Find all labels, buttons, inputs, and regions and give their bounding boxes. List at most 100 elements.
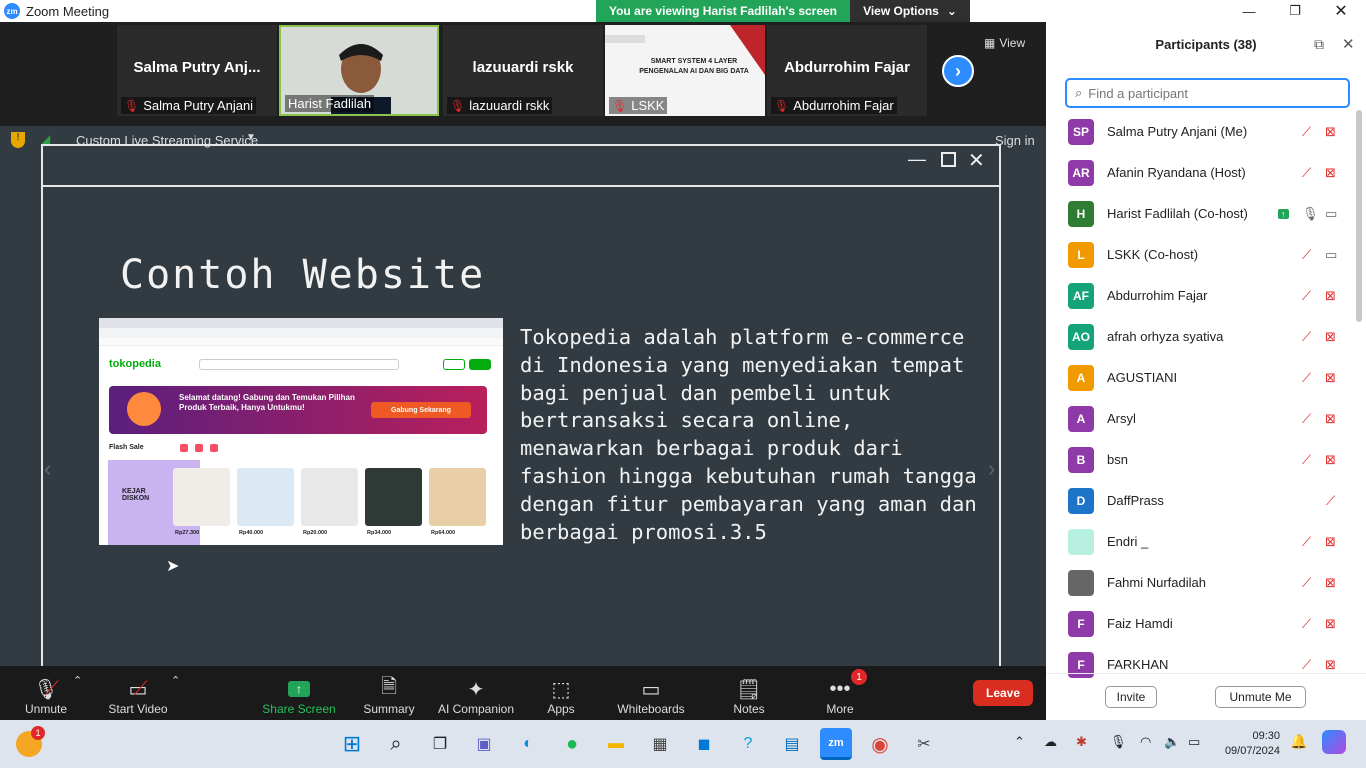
app-tray-icon[interactable]: ✱ (1076, 734, 1087, 750)
video-tile[interactable]: lazuuardi rskk 🎙 lazuuardi rskk (443, 25, 603, 116)
start-icon[interactable]: ⊞ (336, 728, 368, 760)
video-off-icon[interactable]: ⊠ (1325, 534, 1336, 550)
show-hidden-icon[interactable]: ⌃ (1014, 734, 1025, 750)
restore-button[interactable]: ❐ (1272, 0, 1318, 22)
wifi-icon[interactable]: ◠ (1140, 734, 1151, 750)
mic-muted-icon[interactable]: ⟋ (1302, 370, 1311, 386)
leave-button[interactable]: Leave (973, 680, 1033, 706)
participant-row[interactable]: AF Abdurrohim Fajar ⟋ ⊠ (1046, 275, 1356, 316)
video-off-icon[interactable]: ⊠ (1325, 411, 1336, 427)
audio-options-icon[interactable]: ⌃ (73, 674, 82, 687)
unmute-me-button[interactable]: Unmute Me (1215, 686, 1306, 708)
participant-search-input[interactable] (1088, 85, 1329, 101)
battery-icon[interactable]: ▭ (1188, 734, 1200, 750)
task-view-icon[interactable]: ❐ (424, 728, 456, 760)
video-off-icon[interactable]: ⊠ (1325, 452, 1336, 468)
mic-icon[interactable]: 🎙 (1302, 206, 1319, 222)
mic-muted-icon[interactable]: ⟋ (1302, 575, 1311, 591)
next-page-button[interactable]: › (942, 55, 974, 87)
participant-row[interactable]: Fahmi Nurfadilah ⟋ ⊠ (1046, 562, 1356, 603)
mic-muted-icon[interactable]: ⟋ (1302, 247, 1311, 263)
chrome-icon[interactable]: ◉ (864, 728, 896, 760)
start-video-button[interactable]: ▭ ⟋ Start Video (106, 670, 170, 717)
close-button[interactable]: ✕ (1318, 0, 1364, 22)
slide-maximize-icon[interactable] (941, 152, 956, 167)
cloud-icon[interactable]: ☁ (1044, 734, 1057, 750)
participant-search[interactable]: ⌕ (1065, 78, 1350, 108)
zoom-taskbar-icon[interactable]: zm (820, 728, 852, 760)
video-off-icon[interactable]: ⊠ (1325, 616, 1336, 632)
microphone-icon[interactable]: 🎙 (1110, 734, 1127, 750)
search-icon[interactable]: ⌕ (380, 728, 412, 760)
participant-row[interactable]: SP Salma Putry Anjani (Me) ⟋ ⊠ (1046, 111, 1356, 152)
prev-slide-icon[interactable]: ‹ (44, 456, 51, 482)
video-tile[interactable]: Salma Putry Anj... 🎙 Salma Putry Anjani (117, 25, 277, 116)
mic-muted-icon[interactable]: ⟋ (1302, 657, 1311, 673)
clock[interactable]: 09:30 09/07/2024 (1218, 729, 1280, 759)
unmute-button[interactable]: 🎙 ⟋ Unmute (20, 670, 72, 717)
video-tile[interactable]: SMART SYSTEM 4 LAYER PENGENALAN AI DAN B… (605, 25, 765, 116)
slide-minimize-icon[interactable]: — (908, 149, 926, 170)
close-panel-icon[interactable]: ✕ (1342, 35, 1355, 53)
video-off-icon[interactable]: ⊠ (1325, 575, 1336, 591)
whiteboards-button[interactable]: ▭ Whiteboards (612, 670, 690, 717)
apps-button[interactable]: ⬚ Apps (540, 670, 582, 717)
windows-taskbar: 1 ⊞ ⌕ ❐ ▣ ◐ ● ▬ ▦ ◼ ? ▤ zm ◉ ✂ ⌃ ☁ ✱ 🎙 ◠… (0, 720, 1366, 768)
mic-muted-icon[interactable]: ⟋ (1302, 534, 1311, 550)
popout-icon[interactable]: ⧉ (1314, 36, 1324, 53)
slide-close-icon[interactable]: ✕ (968, 148, 985, 173)
invite-button[interactable]: Invite (1105, 686, 1157, 708)
participant-row[interactable]: A AGUSTIANI ⟋ ⊠ (1046, 357, 1356, 398)
mic-muted-icon[interactable]: ⟋ (1302, 165, 1311, 181)
video-off-icon[interactable]: ⊠ (1325, 288, 1336, 304)
participant-row[interactable]: A Arsyl ⟋ ⊠ (1046, 398, 1356, 439)
video-icon[interactable]: ▭ (1325, 206, 1337, 222)
video-off-icon[interactable]: ⊠ (1325, 370, 1336, 386)
mic-muted-icon[interactable]: ⟋ (1302, 616, 1311, 632)
video-off-icon[interactable]: ⊠ (1325, 657, 1336, 673)
participant-row[interactable]: D DaffPrass ⟋ (1046, 480, 1356, 521)
copilot-icon[interactable] (1322, 730, 1346, 754)
video-tile[interactable]: Abdurrohim Fajar 🎙 Abdurrohim Fajar (767, 25, 927, 116)
notification-bell-icon[interactable]: 🔔 (1290, 733, 1307, 750)
spotify-icon[interactable]: ● (556, 728, 588, 760)
participant-row[interactable]: AR Afanin Ryandana (Host) ⟋ ⊠ (1046, 152, 1356, 193)
mic-muted-icon[interactable]: ⟋ (1302, 329, 1311, 345)
minimize-button[interactable]: — (1226, 0, 1272, 22)
share-screen-button[interactable]: ↑ Share Screen (262, 670, 336, 716)
participant-row[interactable]: H Harist Fadlilah (Co-host) ↑ 🎙 ▭ (1046, 193, 1356, 234)
store-icon[interactable]: ◼ (688, 728, 720, 760)
video-tile-active[interactable]: Harist Fadlilah (279, 25, 439, 117)
file-explorer-icon[interactable]: ▬ (600, 728, 632, 760)
news-icon[interactable]: ▤ (776, 728, 808, 760)
video-off-icon[interactable]: ⊠ (1325, 124, 1336, 140)
mic-muted-icon[interactable]: ⟋ (1326, 493, 1335, 509)
teams-icon[interactable]: ▣ (468, 728, 500, 760)
participant-row[interactable]: Bbsn ⟋ ⊠ (1046, 439, 1356, 480)
snipping-tool-icon[interactable]: ✂ (908, 728, 940, 760)
next-slide-icon[interactable]: › (988, 456, 995, 482)
summary-button[interactable]: 🗎 Summary (359, 670, 419, 716)
participant-row[interactable]: AO afrah orhyza syativa ⟋ ⊠ (1046, 316, 1356, 357)
ai-companion-button[interactable]: ✦ AI Companion (434, 670, 518, 717)
video-options-icon[interactable]: ⌃ (171, 674, 180, 687)
scrollbar[interactable] (1356, 110, 1362, 322)
video-icon[interactable]: ▭ (1325, 247, 1337, 263)
mic-muted-icon[interactable]: ⟋ (1302, 124, 1311, 140)
participant-row[interactable]: F Faiz Hamdi ⟋ ⊠ (1046, 603, 1356, 644)
video-off-icon[interactable]: ⊠ (1325, 165, 1336, 181)
participant-row[interactable]: Endri _ ⟋ ⊠ (1046, 521, 1356, 562)
mic-muted-icon[interactable]: ⟋ (1302, 452, 1311, 468)
help-icon[interactable]: ? (732, 728, 764, 760)
mic-muted-icon[interactable]: ⟋ (1302, 288, 1311, 304)
view-button[interactable]: ▦ View (984, 32, 1040, 54)
edge-icon[interactable]: ◐ (512, 728, 544, 760)
volume-icon[interactable]: 🔈 (1164, 734, 1180, 750)
view-options-button[interactable]: View Options ⌄ (850, 0, 970, 22)
calculator-icon[interactable]: ▦ (644, 728, 676, 760)
notes-button[interactable]: 🗒 Notes (728, 670, 770, 717)
participant-row[interactable]: L LSKK (Co-host) ⟋ ▭ (1046, 234, 1356, 275)
mic-muted-icon[interactable]: ⟋ (1302, 411, 1311, 427)
video-off-icon[interactable]: ⊠ (1325, 329, 1336, 345)
chevron-down-icon[interactable]: ▼ (246, 132, 256, 143)
